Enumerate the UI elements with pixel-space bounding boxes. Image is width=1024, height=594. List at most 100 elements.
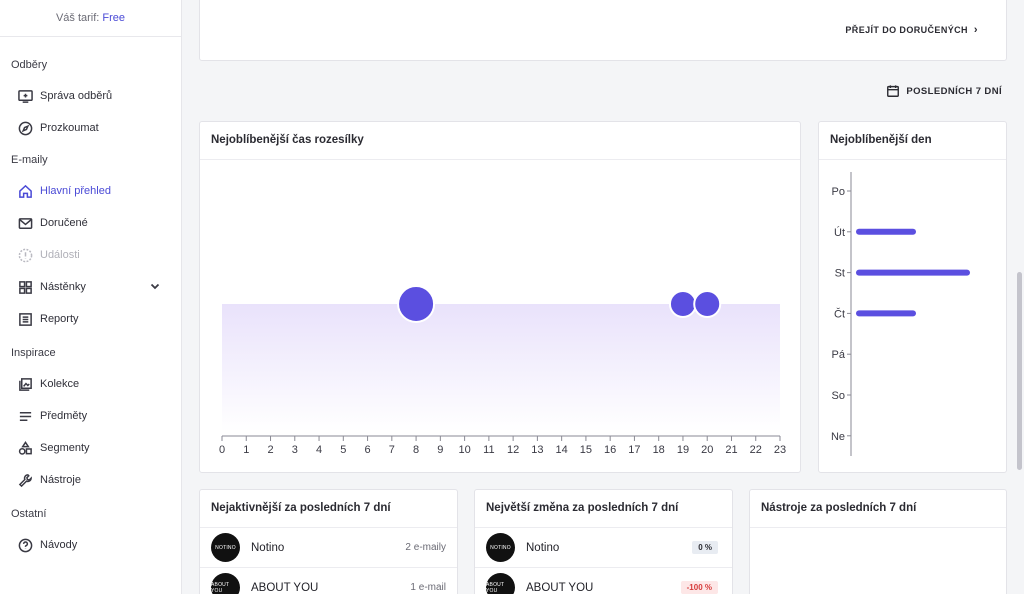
- chevron-down-icon[interactable]: [149, 280, 161, 292]
- x-tick-label: 11: [483, 444, 494, 456]
- dashboard-icon: [18, 280, 33, 295]
- section-emails: E-maily: [11, 154, 48, 166]
- day-label: Pá: [832, 349, 846, 361]
- sidebar-item-boards[interactable]: Nástěnky: [0, 271, 181, 303]
- email-count: 2 e-maily: [405, 542, 446, 553]
- sidebar-item-label: Reporty: [40, 313, 79, 325]
- home-icon: [18, 184, 33, 199]
- most-active-card: Nejaktivnější za posledních 7 dní NOTINO…: [199, 489, 458, 594]
- section-inspiration: Inspirace: [11, 347, 56, 359]
- x-tick-label: 22: [750, 444, 762, 456]
- section-subscriptions: Odběry: [11, 59, 48, 71]
- sidebar-item-label: Kolekce: [40, 378, 80, 390]
- sidebar-item-label: Prozkoumat: [40, 122, 99, 134]
- day-label: Út: [834, 226, 845, 239]
- help-circle-icon: [18, 538, 33, 553]
- sidebar-item-label: Události: [40, 249, 80, 261]
- shapes-icon: [18, 440, 33, 456]
- go-to-inbox-link[interactable]: PŘEJÍT DO DORUČENÝCH ›: [845, 24, 978, 36]
- x-tick-label: 10: [458, 444, 470, 456]
- tools-card: Nástroje za posledních 7 dní: [749, 489, 1007, 594]
- section-other: Ostatní: [11, 508, 47, 520]
- x-tick-label: 17: [628, 444, 640, 456]
- tariff-plan[interactable]: Free: [102, 12, 125, 24]
- alert-circle-icon: [18, 248, 33, 263]
- sidebar-item-events[interactable]: Události: [0, 239, 181, 271]
- day-label: So: [832, 390, 845, 402]
- sidebar-item-segments[interactable]: Segmenty: [0, 432, 181, 464]
- sidebar-item-tools[interactable]: Nástroje: [0, 464, 181, 496]
- sidebar-item-manage-subscriptions[interactable]: Správa odběrů: [0, 80, 181, 112]
- biggest-change-title: Největší změna za posledních 7 dní: [475, 490, 732, 528]
- sidebar-item-label: Hlavní přehled: [40, 185, 111, 197]
- x-tick-label: 23: [774, 444, 786, 456]
- email-count: 1 e-mail: [410, 582, 446, 593]
- list-item[interactable]: NOTINO Notino 0 %: [475, 528, 732, 568]
- x-tick-label: 16: [604, 444, 616, 456]
- compass-icon: [18, 121, 33, 136]
- tools-title: Nástroje za posledních 7 dní: [750, 490, 1006, 528]
- sidebar-item-explore[interactable]: Prozkoumat: [0, 112, 181, 144]
- sidebar-item-reports[interactable]: Reporty: [0, 303, 181, 335]
- brand-name: ABOUT YOU: [526, 581, 594, 594]
- monitor-plus-icon: [18, 89, 33, 104]
- x-tick-label: 0: [219, 444, 225, 456]
- x-tick-label: 18: [653, 444, 665, 456]
- sidebar-item-inbox[interactable]: Doručené: [0, 207, 181, 239]
- sidebar-item-label: Nástěnky: [40, 281, 86, 293]
- change-badge: 0 %: [692, 541, 718, 554]
- x-tick-label: 1: [243, 444, 249, 456]
- sidebar-item-subjects[interactable]: Předměty: [0, 400, 181, 432]
- x-tick-label: 7: [389, 444, 395, 456]
- tariff-info: Váš tarif: Free: [0, 0, 181, 37]
- brand-logo: NOTINO: [486, 533, 515, 562]
- x-tick-label: 2: [267, 444, 273, 456]
- popular-day-title: Nejoblíbenější den: [819, 122, 1006, 160]
- sidebar-item-label: Předměty: [40, 410, 88, 422]
- send-time-point: [668, 290, 697, 318]
- day-label: Po: [832, 186, 845, 198]
- period-label: POSLEDNÍCH 7 DNÍ: [906, 85, 1002, 97]
- brand-logo: ABOUT YOU: [486, 573, 515, 594]
- x-tick-label: 19: [677, 444, 689, 456]
- report-icon: [18, 312, 33, 327]
- x-tick-label: 13: [531, 444, 543, 456]
- chevron-right-icon: ›: [973, 24, 978, 36]
- change-badge: -100 %: [680, 581, 718, 594]
- mail-icon: [18, 216, 33, 231]
- popular-day-chart: Po Út St Čt Pá So Ne: [831, 172, 970, 456]
- page-scrollbar[interactable]: [1017, 272, 1022, 470]
- list-item[interactable]: NOTINO Notino 2 e-maily: [200, 528, 457, 568]
- day-label: Čt: [834, 307, 845, 320]
- x-tick-label: 4: [316, 444, 322, 456]
- x-tick-label: 14: [556, 444, 568, 456]
- tariff-label: Váš tarif:: [55, 12, 103, 24]
- x-tick-label: 12: [507, 444, 519, 456]
- sidebar-item-collections[interactable]: Kolekce: [0, 368, 181, 400]
- sidebar-item-label: Nástroje: [40, 474, 81, 486]
- wrench-icon: [18, 473, 33, 488]
- brand-name: Notino: [251, 541, 285, 554]
- period-selector[interactable]: POSLEDNÍCH 7 DNÍ: [886, 84, 1002, 98]
- calendar-icon: [887, 85, 900, 97]
- sidebar-item-guides[interactable]: Návody: [0, 529, 181, 561]
- sidebar-item-label: Segmenty: [40, 442, 90, 454]
- send-time-card: Nejoblíbenější čas rozesílky 01234567891…: [199, 121, 801, 473]
- list-item[interactable]: ABOUT YOU ABOUT YOU 1 e-mail: [200, 568, 457, 594]
- list-item[interactable]: ABOUT YOU ABOUT YOU -100 %: [475, 568, 732, 594]
- send-time-title: Nejoblíbenější čas rozesílky: [200, 122, 800, 160]
- sidebar-item-overview[interactable]: Hlavní přehled: [0, 175, 181, 207]
- x-tick-label: 8: [413, 444, 419, 456]
- x-tick-label: 5: [340, 444, 346, 456]
- day-label: Ne: [831, 431, 845, 443]
- x-tick-label: 20: [701, 444, 713, 456]
- send-time-point: [397, 285, 436, 323]
- x-tick-label: 3: [292, 444, 298, 456]
- day-label: St: [835, 268, 845, 280]
- brand-name: Notino: [526, 541, 560, 554]
- brand-name: ABOUT YOU: [251, 581, 319, 594]
- x-tick-label: 9: [437, 444, 443, 456]
- hour-band: [222, 304, 780, 432]
- x-tick-label: 6: [365, 444, 371, 456]
- x-tick-label: 21: [725, 444, 737, 456]
